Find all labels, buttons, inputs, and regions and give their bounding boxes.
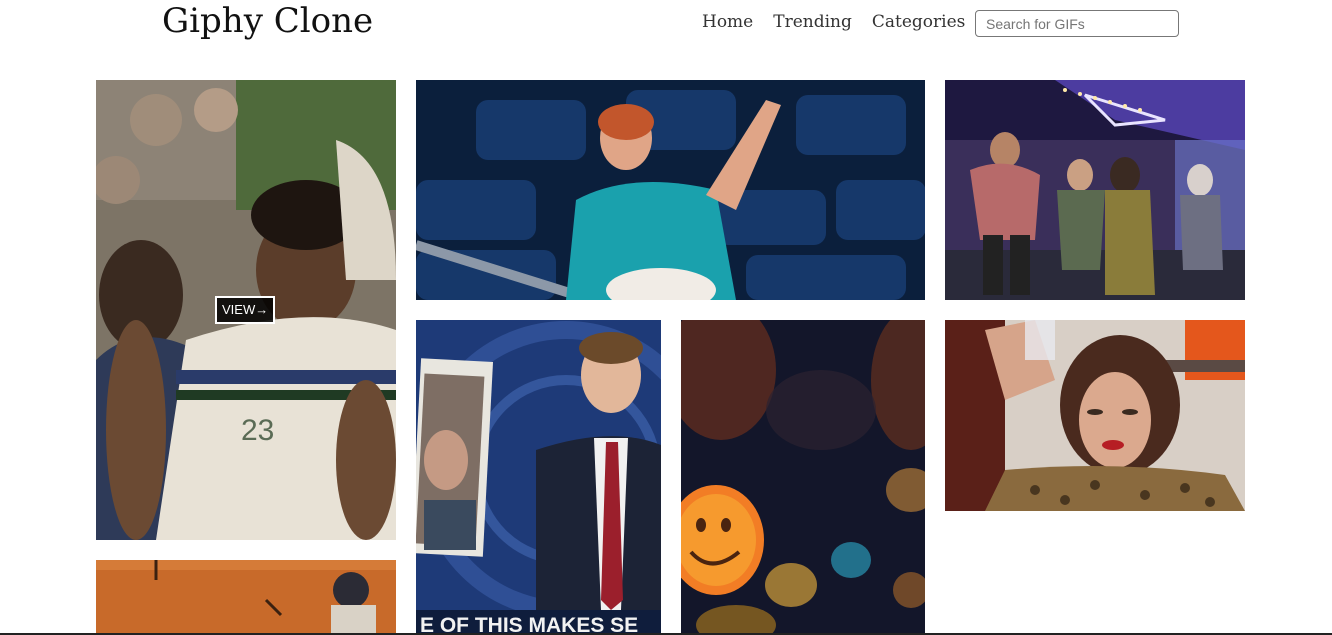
nav-home[interactable]: Home: [702, 12, 753, 32]
page: Giphy Clone Home Trending Categories 23: [0, 0, 1332, 635]
gif-tile-basketball[interactable]: 23 VIEW→: [96, 80, 396, 540]
gif-tile-news-anchor[interactable]: E OF THIS MAKES SE: [416, 320, 661, 635]
gif-image-street-dance: [945, 80, 1245, 300]
site-logo[interactable]: Giphy Clone: [162, 1, 373, 41]
gif-tile-kid-in-stands[interactable]: [416, 80, 925, 300]
gif-image-court: [96, 560, 396, 633]
gif-image-news-anchor: E OF THIS MAKES SE: [416, 320, 661, 635]
gif-image-pumpkin-lights: [681, 320, 925, 633]
svg-text:23: 23: [241, 414, 274, 447]
main-nav: Home Trending Categories: [702, 12, 965, 32]
gif-tile-court[interactable]: [96, 560, 396, 633]
site-header: Giphy Clone Home Trending Categories: [0, 0, 1332, 50]
gif-tile-pumpkin-lights[interactable]: [681, 320, 925, 633]
gif-caption: E OF THIS MAKES SE: [420, 614, 638, 635]
gif-image-kid-in-stands: [416, 80, 925, 300]
gif-tile-woman-drink[interactable]: [945, 320, 1245, 511]
nav-trending[interactable]: Trending: [773, 12, 852, 32]
nav-categories[interactable]: Categories: [872, 12, 966, 32]
gif-image-woman-drink: [945, 320, 1245, 511]
search-input[interactable]: [975, 10, 1179, 37]
view-button[interactable]: VIEW→: [215, 296, 276, 324]
gif-tile-street-dance[interactable]: [945, 80, 1245, 300]
